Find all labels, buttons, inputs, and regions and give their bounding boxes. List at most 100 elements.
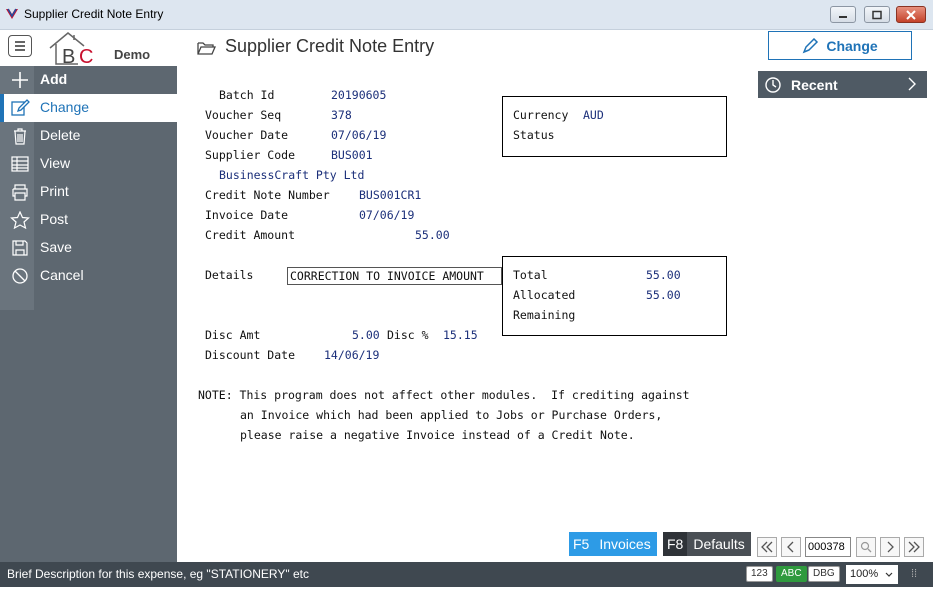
edit-icon <box>802 37 819 53</box>
chevron-right-icon <box>887 541 894 553</box>
edit-icon <box>11 99 30 116</box>
credit-amount-label: Credit Amount <box>205 228 296 242</box>
sidebar-item-label: Print <box>40 183 69 199</box>
disc-pct-field[interactable]: 15.15 <box>443 328 478 342</box>
chevron-down-icon <box>885 572 893 577</box>
voucher-date-label: Voucher Date <box>205 128 289 142</box>
page-title: Supplier Credit Note Entry <box>225 36 435 56</box>
app-header: B C Demo Supplier Credit Note Entry Chan… <box>0 30 933 66</box>
invoice-date-label: Invoice Date <box>205 208 289 222</box>
sidebar-item-label: Save <box>40 239 72 255</box>
logo-text: Demo <box>114 47 151 62</box>
discount-date-field[interactable]: 14/06/19 <box>324 348 379 362</box>
double-chevron-left-icon <box>761 541 773 553</box>
credit-note-form: Batch Id 20190605 Voucher Seq 378 Vouche… <box>177 66 757 562</box>
recent-label: Recent <box>791 77 838 93</box>
sidebar-item-cancel[interactable]: Cancel <box>0 262 177 290</box>
numeric-mode-badge[interactable]: 123 <box>746 566 773 582</box>
chevron-right-icon <box>908 77 916 91</box>
minimize-button[interactable] <box>830 6 856 23</box>
sidebar-item-add[interactable]: Add <box>0 66 177 94</box>
save-icon <box>12 240 28 256</box>
last-record-button[interactable] <box>904 537 924 557</box>
f5-action-label: Invoices <box>599 536 651 552</box>
total-label: Total <box>513 268 548 282</box>
svg-text:C: C <box>79 46 93 66</box>
credit-note-number-label: Credit Note Number <box>205 188 330 202</box>
sidebar-item-label: Delete <box>40 127 81 143</box>
f5-key-label: F5 <box>569 532 594 556</box>
allocated-label: Allocated <box>513 288 576 302</box>
credit-note-number-field[interactable]: BUS001CR1 <box>359 188 421 202</box>
supplier-code-field[interactable]: BUS001 <box>331 148 373 162</box>
resize-grip-icon[interactable]: ⁞⁞ <box>911 568 917 580</box>
star-icon <box>10 211 30 229</box>
sidebar-item-delete[interactable]: Delete <box>0 122 177 150</box>
record-number-input[interactable] <box>805 537 851 557</box>
supplier-code-label: Supplier Code <box>205 148 296 162</box>
sidebar-item-view[interactable]: View <box>0 150 177 178</box>
next-record-button[interactable] <box>880 537 900 557</box>
search-record-button[interactable] <box>856 537 876 557</box>
sidebar-item-print[interactable]: Print <box>0 178 177 206</box>
clock-icon <box>765 77 781 93</box>
credit-amount-field[interactable]: 55.00 <box>415 228 450 242</box>
status-bar: Brief Description for this expense, eg "… <box>0 562 933 587</box>
table-icon <box>11 156 29 172</box>
svg-text:B: B <box>62 46 75 66</box>
previous-record-button[interactable] <box>781 537 801 557</box>
sidebar-item-label: Cancel <box>40 267 84 283</box>
status-label: Status <box>513 128 555 142</box>
f5-invoices-button[interactable]: F5 Invoices <box>569 532 657 556</box>
note-line-3: please raise a negative Invoice instead … <box>240 428 635 442</box>
sidebar-item-save[interactable]: Save <box>0 234 177 262</box>
hamburger-menu-button[interactable] <box>8 35 32 57</box>
printer-icon <box>12 184 28 201</box>
maximize-button[interactable] <box>864 6 890 23</box>
currency-label: Currency <box>513 108 569 122</box>
sidebar-item-label: View <box>40 155 71 171</box>
app-logo-icon <box>6 8 18 19</box>
action-sidebar: Add Change Delete View Print Post Save C… <box>0 66 177 562</box>
f8-defaults-button[interactable]: F8 Defaults <box>663 532 751 556</box>
note-line-2: an Invoice which had been applied to Job… <box>240 408 663 422</box>
currency-field[interactable]: AUD <box>583 108 604 122</box>
f8-action-label: Defaults <box>693 536 745 552</box>
voucher-seq-field[interactable]: 378 <box>331 108 352 122</box>
details-label: Details <box>205 268 254 282</box>
maximize-icon <box>872 10 882 19</box>
recent-panel-button[interactable]: Recent <box>758 71 927 98</box>
currency-status-box <box>502 96 727 157</box>
hamburger-icon <box>15 41 25 51</box>
change-mode-label: Change <box>826 37 878 54</box>
window-title: Supplier Credit Note Entry <box>24 7 164 21</box>
double-chevron-right-icon <box>908 541 920 553</box>
supplier-name: BusinessCraft Pty Ltd <box>219 168 365 182</box>
note-line-1: NOTE: This program does not affect other… <box>198 388 690 402</box>
zoom-value: 100% <box>850 568 879 580</box>
cancel-icon <box>12 268 28 284</box>
invoice-date-field[interactable]: 07/06/19 <box>359 208 414 222</box>
search-icon <box>860 541 872 553</box>
zoom-select[interactable]: 100% <box>846 565 898 584</box>
close-button[interactable] <box>896 6 926 23</box>
discount-date-label: Discount Date <box>205 348 296 362</box>
first-record-button[interactable] <box>757 537 777 557</box>
caps-mode-badge[interactable]: ABC <box>776 566 807 582</box>
allocated-value: 55.00 <box>646 288 681 302</box>
disc-amt-field[interactable]: 5.00 <box>352 328 380 342</box>
window-titlebar: Supplier Credit Note Entry <box>0 0 933 30</box>
sidebar-item-post[interactable]: Post <box>0 206 177 234</box>
voucher-seq-label: Voucher Seq <box>205 108 282 122</box>
sidebar-item-change[interactable]: Change <box>0 94 177 122</box>
change-mode-button[interactable]: Change <box>768 31 912 60</box>
batch-id-field[interactable]: 20190605 <box>331 88 386 102</box>
remaining-label: Remaining <box>513 308 576 322</box>
total-value: 55.00 <box>646 268 681 282</box>
voucher-date-field[interactable]: 07/06/19 <box>331 128 386 142</box>
details-input[interactable]: CORRECTION TO INVOICE AMOUNT <box>287 267 502 285</box>
f8-key-label: F8 <box>663 532 688 556</box>
trash-icon <box>14 128 26 145</box>
status-message: Brief Description for this expense, eg "… <box>7 567 309 581</box>
debug-mode-badge[interactable]: DBG <box>808 566 840 582</box>
